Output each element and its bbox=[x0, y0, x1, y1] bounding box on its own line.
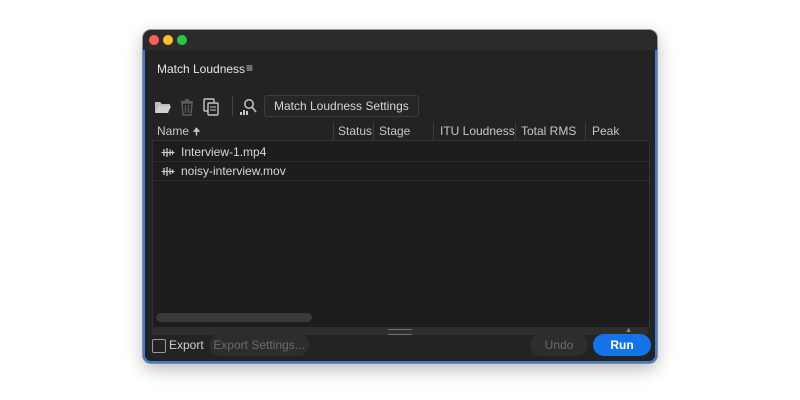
audio-waveform-icon bbox=[161, 148, 175, 157]
undo-button[interactable]: Undo bbox=[530, 334, 588, 356]
column-divider[interactable] bbox=[515, 122, 516, 140]
copy-icon[interactable] bbox=[202, 98, 220, 116]
app-window: Match Loudness ≡ Match Loudness Settings… bbox=[143, 30, 657, 363]
column-header-status[interactable]: Status bbox=[338, 122, 372, 140]
search-person-icon[interactable] bbox=[239, 98, 257, 116]
maximize-window-button[interactable] bbox=[177, 35, 187, 45]
export-label: Export bbox=[169, 338, 204, 352]
match-loudness-panel: Match Loudness ≡ Match Loudness Settings… bbox=[143, 50, 657, 363]
run-button[interactable]: Run bbox=[593, 334, 651, 356]
export-checkbox[interactable] bbox=[152, 339, 166, 353]
column-header-itu-loudness[interactable]: ITU Loudness bbox=[440, 122, 515, 140]
clip-name: noisy-interview.mov bbox=[181, 164, 286, 178]
column-divider[interactable] bbox=[585, 122, 586, 140]
toolbar-divider bbox=[232, 96, 233, 116]
clip-name: Interview-1.mp4 bbox=[181, 145, 267, 159]
export-settings-button[interactable]: Export Settings... bbox=[209, 334, 309, 356]
folder-open-icon[interactable] bbox=[154, 98, 172, 116]
audio-waveform-icon bbox=[161, 167, 175, 176]
match-loudness-settings-button[interactable]: Match Loudness Settings bbox=[264, 95, 419, 117]
minimize-window-button[interactable] bbox=[163, 35, 173, 45]
column-header-name-label: Name bbox=[157, 124, 190, 138]
column-header-stage[interactable]: Stage bbox=[379, 122, 410, 140]
table-row[interactable]: Interview-1.mp4 bbox=[153, 143, 649, 162]
close-window-button[interactable] bbox=[149, 35, 159, 45]
sort-ascending-icon: 🠉 bbox=[192, 127, 201, 138]
resize-grip-icon[interactable] bbox=[388, 329, 412, 335]
trash-icon[interactable] bbox=[178, 98, 196, 116]
panel-menu-icon[interactable]: ≡ bbox=[246, 61, 253, 75]
title-bar bbox=[143, 30, 657, 50]
panel-title: Match Loudness bbox=[157, 62, 246, 76]
column-divider[interactable] bbox=[373, 122, 374, 140]
horizontal-scrollbar[interactable] bbox=[156, 313, 312, 322]
column-divider[interactable] bbox=[333, 122, 334, 140]
clip-list[interactable]: Interview-1.mp4 noisy-interview.mov bbox=[152, 140, 650, 328]
column-header-peak[interactable]: Peak bbox=[592, 122, 619, 140]
table-row[interactable]: noisy-interview.mov bbox=[153, 162, 649, 181]
column-header-total-rms[interactable]: Total RMS bbox=[521, 122, 576, 140]
column-header-name[interactable]: Name 🠉 bbox=[157, 122, 201, 140]
column-divider[interactable] bbox=[433, 122, 434, 140]
